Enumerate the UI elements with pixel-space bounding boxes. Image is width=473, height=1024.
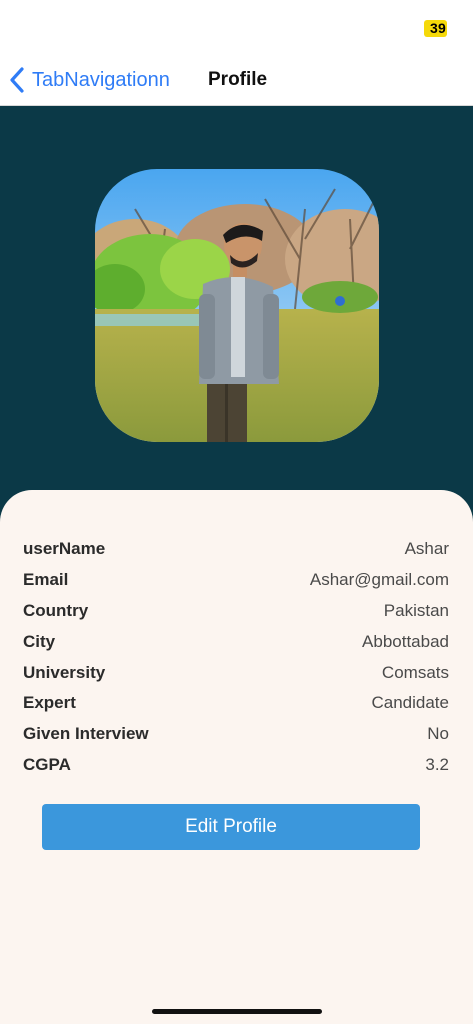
detail-row-expert: Expert Candidate [23, 688, 449, 719]
detail-label: City [23, 631, 56, 651]
detail-label: userName [23, 539, 106, 559]
detail-row-username: userName Ashar [23, 534, 449, 565]
home-indicator[interactable] [152, 1009, 322, 1014]
detail-value: No [427, 724, 449, 744]
page-title: Profile [208, 69, 268, 90]
detail-label: University [23, 662, 106, 682]
back-button-label: TabNavigationn [32, 68, 170, 91]
detail-row-city: City Abbottabad [23, 626, 449, 657]
detail-label: Expert [23, 693, 76, 713]
battery-level: 39 [424, 20, 447, 37]
back-button[interactable]: TabNavigationn [8, 65, 170, 95]
detail-row-cgpa: CGPA 3.2 [23, 750, 449, 781]
detail-label: Given Interview [23, 724, 149, 744]
profile-photo [95, 169, 379, 442]
detail-row-given-interview: Given Interview No [23, 719, 449, 750]
navigation-bar: TabNavigationn Profile [0, 56, 473, 106]
detail-value: Ashar@gmail.com [309, 570, 449, 590]
profile-details-card: userName Ashar Email Ashar@gmail.com Cou… [0, 490, 473, 1024]
battery-indicator: 39 [424, 20, 447, 37]
detail-label: CGPA [23, 754, 71, 774]
profile-details-list: userName Ashar Email Ashar@gmail.com Cou… [23, 534, 449, 780]
detail-label: Country [23, 600, 89, 620]
status-bar: 39 [0, 0, 473, 56]
detail-row-university: University Comsats [23, 657, 449, 688]
detail-value: Ashar [404, 539, 449, 559]
detail-label: Email [23, 570, 69, 590]
profile-photo-image [95, 169, 379, 442]
detail-value: Pakistan [383, 600, 449, 620]
detail-value: 3.2 [425, 754, 449, 774]
detail-value: Abbottabad [362, 631, 449, 651]
detail-row-email: Email Ashar@gmail.com [23, 565, 449, 596]
chevron-left-icon [10, 67, 24, 93]
edit-profile-button[interactable]: Edit Profile [42, 804, 420, 850]
detail-value: Candidate [371, 693, 449, 713]
detail-value: Comsats [381, 662, 449, 682]
detail-row-country: Country Pakistan [23, 596, 449, 627]
